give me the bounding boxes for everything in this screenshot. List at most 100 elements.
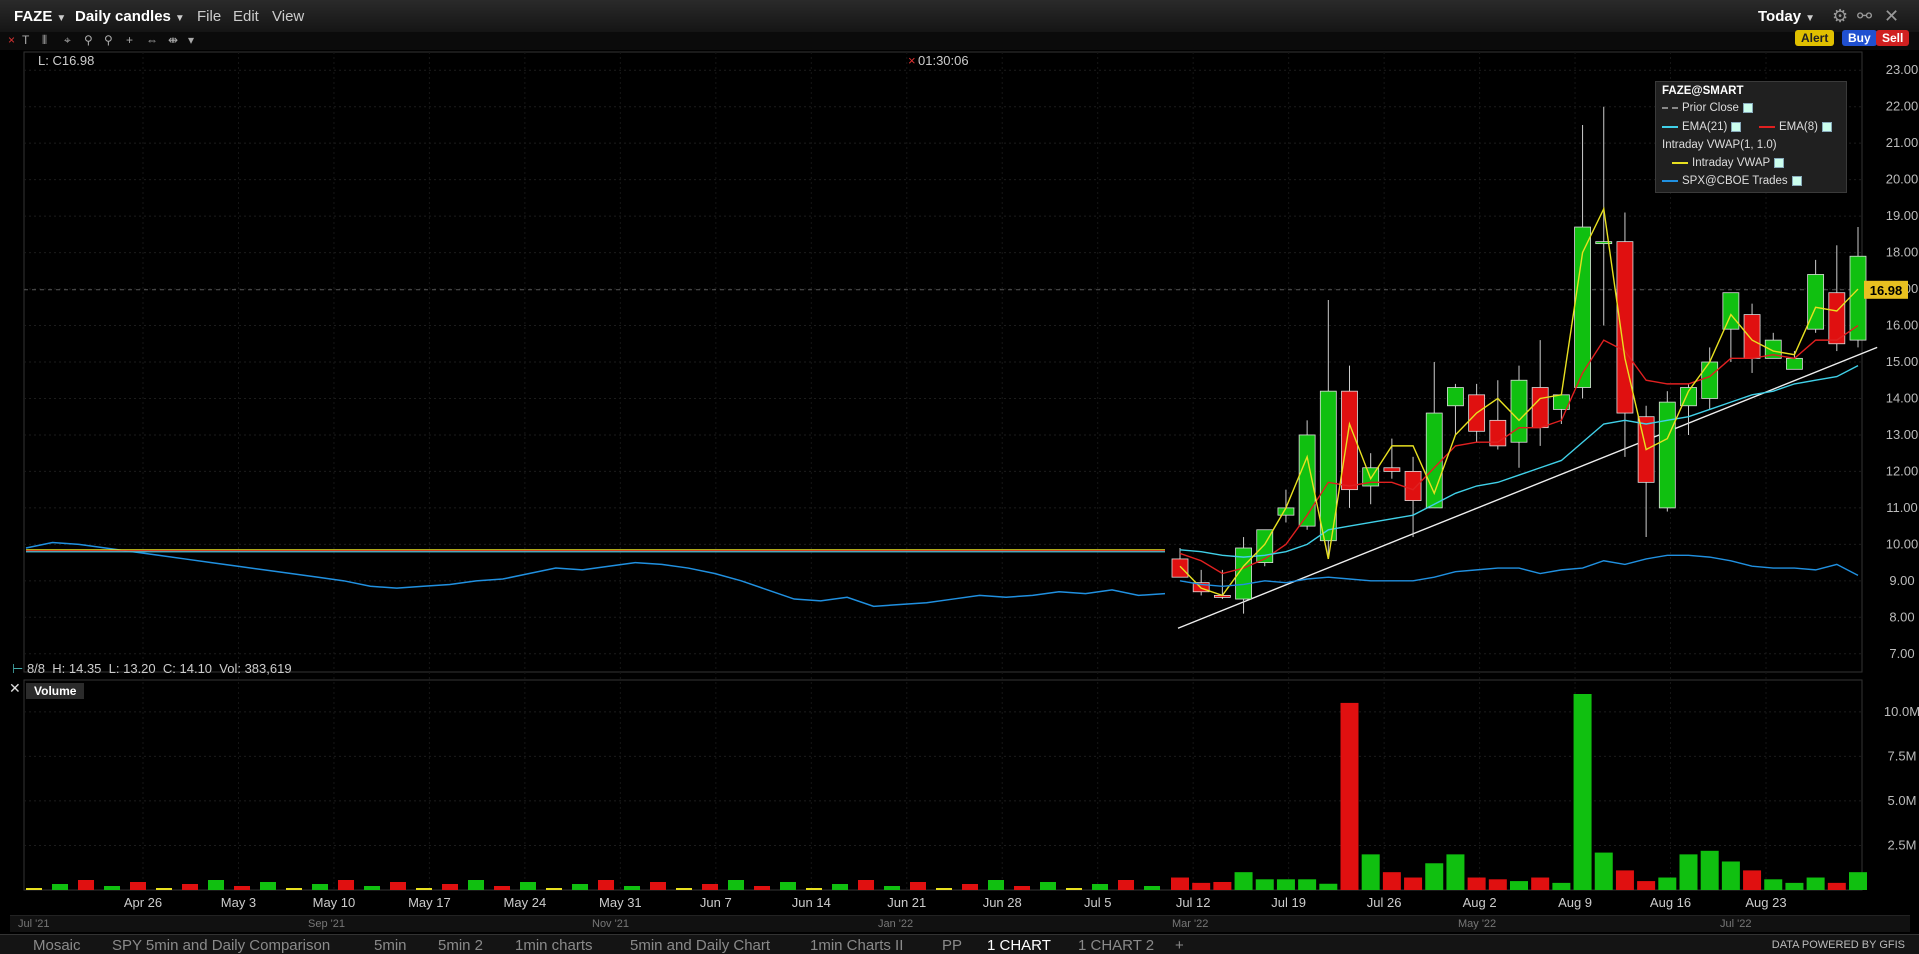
volume-bar xyxy=(1144,886,1160,890)
x-tick-label: Jul 26 xyxy=(1367,895,1402,910)
volume-bar xyxy=(208,880,224,890)
volume-bar xyxy=(338,880,354,890)
volume-bar xyxy=(1066,888,1082,890)
price-chart[interactable]: 23.0022.0021.0020.0019.0018.0017.0016.00… xyxy=(0,0,1919,915)
volume-bar xyxy=(1721,861,1740,890)
expand-icon[interactable]: ⊢ xyxy=(12,661,23,676)
candle-body xyxy=(1786,357,1803,370)
tab-1min-charts[interactable]: 1min charts xyxy=(515,937,593,954)
candle-body xyxy=(1701,361,1719,399)
candle-body xyxy=(1658,401,1676,509)
volume-bar xyxy=(1785,882,1804,890)
y-tick-label: 14.00 xyxy=(1886,390,1919,405)
y-tick-label: 16.00 xyxy=(1886,318,1919,333)
candle-body xyxy=(1319,390,1337,542)
volume-bar xyxy=(1827,882,1846,890)
candle-body xyxy=(1447,387,1464,407)
legend-item-spx[interactable]: SPX@CBOE Trades xyxy=(1662,175,1802,187)
volume-bar xyxy=(1014,886,1030,890)
volume-bar xyxy=(1531,877,1550,890)
volume-bar xyxy=(884,886,900,890)
volume-bar xyxy=(1192,882,1211,890)
tab-5min-daily[interactable]: 5min and Daily Chart xyxy=(630,937,770,954)
volume-bar xyxy=(1488,879,1507,890)
volume-bar xyxy=(520,882,536,890)
candle-body xyxy=(1404,471,1422,501)
scroller-label: Jul '22 xyxy=(1720,918,1752,930)
volume-pane-title: Volume xyxy=(26,683,85,699)
volume-bar xyxy=(494,886,510,890)
volume-bar xyxy=(156,888,172,890)
volume-bar xyxy=(130,882,146,890)
bottom-tab-bar: Mosaic SPY 5min and Daily Comparison 5mi… xyxy=(0,934,1919,954)
x-tick-label: Aug 2 xyxy=(1463,895,1497,910)
tab-1min-charts-ii[interactable]: 1min Charts II xyxy=(810,937,903,954)
x-tick-label: May 10 xyxy=(313,895,356,910)
legend-title[interactable]: FAZE@SMART xyxy=(1662,85,1744,97)
volume-bar xyxy=(1340,702,1359,890)
y-tick-label: 11.00 xyxy=(1886,500,1918,515)
volume-bar xyxy=(78,880,94,890)
volume-bar xyxy=(962,884,978,890)
volume-bar xyxy=(1573,694,1592,890)
volume-bar xyxy=(1700,850,1719,890)
tab-pp[interactable]: PP xyxy=(942,937,962,954)
tab-1-chart-2[interactable]: 1 CHART 2 xyxy=(1078,937,1154,954)
legend-item-ema8[interactable]: EMA(8) xyxy=(1759,121,1832,133)
candle-body xyxy=(1722,292,1740,330)
volume-bar xyxy=(1615,870,1634,890)
y-tick-label: 10.00 xyxy=(1886,536,1919,551)
scroller-label: May '22 xyxy=(1458,918,1497,930)
time-scroller[interactable]: Jul '21 Sep '21 Nov '21 Jan '22 Mar '22 … xyxy=(10,915,1910,932)
volume-tick-label: 2.5M xyxy=(1888,837,1917,852)
volume-bar xyxy=(1425,863,1444,890)
price-tag-label: 16.98 xyxy=(1870,283,1903,298)
volume-bar xyxy=(1594,852,1613,890)
x-tick-label: May 17 xyxy=(408,895,451,910)
volume-bar xyxy=(468,880,484,890)
volume-bar xyxy=(936,888,952,890)
x-tick-label: Jul 5 xyxy=(1084,895,1111,910)
volume-bar xyxy=(1118,880,1134,890)
candle-body xyxy=(1616,241,1634,414)
legend-item-vwap-group[interactable]: Intraday VWAP(1, 1.0) xyxy=(1662,139,1777,151)
volume-bar xyxy=(650,882,666,890)
x-tick-label: May 24 xyxy=(504,895,547,910)
volume-bar xyxy=(1092,884,1108,890)
tab-mosaic[interactable]: Mosaic xyxy=(33,937,81,954)
x-tick-label: May 31 xyxy=(599,895,642,910)
close-icon[interactable]: × xyxy=(908,53,916,68)
bar-date: 8/8 xyxy=(26,661,46,676)
scroller-label: Jan '22 xyxy=(878,918,914,930)
y-tick-label: 22.00 xyxy=(1886,99,1919,114)
volume-bar xyxy=(1040,882,1056,890)
candle-body xyxy=(1849,255,1867,341)
legend-item-ema21[interactable]: EMA(21) xyxy=(1662,121,1742,133)
tab-spy-comparison[interactable]: SPY 5min and Daily Comparison xyxy=(112,937,330,954)
crosshair-time: 01:30:06 xyxy=(918,53,969,68)
tab-1-chart[interactable]: 1 CHART xyxy=(987,937,1051,954)
legend-item-prior-close[interactable]: Prior Close xyxy=(1662,102,1753,114)
volume-bar xyxy=(1319,883,1338,890)
volume-bar xyxy=(702,884,718,890)
volume-bar xyxy=(624,886,640,890)
add-tab-button[interactable]: + xyxy=(1175,937,1184,954)
volume-bar xyxy=(988,880,1004,890)
close-icon[interactable]: ✕ xyxy=(9,680,21,697)
volume-bar xyxy=(1743,870,1762,890)
bar-high: H: 14.35 xyxy=(52,661,102,676)
bar-info: ⊢ 8/8 H: 14.35 L: 13.20 C: 14.10 Vol: 38… xyxy=(12,661,292,677)
volume-bar xyxy=(286,888,302,890)
indicator-legend: FAZE@SMART Prior Close EMA(21) EMA(8) In… xyxy=(1655,81,1847,193)
tab-5min[interactable]: 5min xyxy=(374,937,407,954)
volume-bar xyxy=(780,882,796,890)
y-tick-label: 18.00 xyxy=(1886,245,1919,260)
x-tick-label: Jul 19 xyxy=(1271,895,1306,910)
scroller-label: Mar '22 xyxy=(1172,918,1209,930)
scroller-label: Sep '21 xyxy=(308,918,345,930)
legend-item-vwap[interactable]: Intraday VWAP xyxy=(1672,157,1785,169)
tab-5min-2[interactable]: 5min 2 xyxy=(438,937,483,954)
bar-low: L: 13.20 xyxy=(108,661,156,676)
y-tick-label: 19.00 xyxy=(1886,208,1919,223)
volume-bar xyxy=(806,888,822,890)
